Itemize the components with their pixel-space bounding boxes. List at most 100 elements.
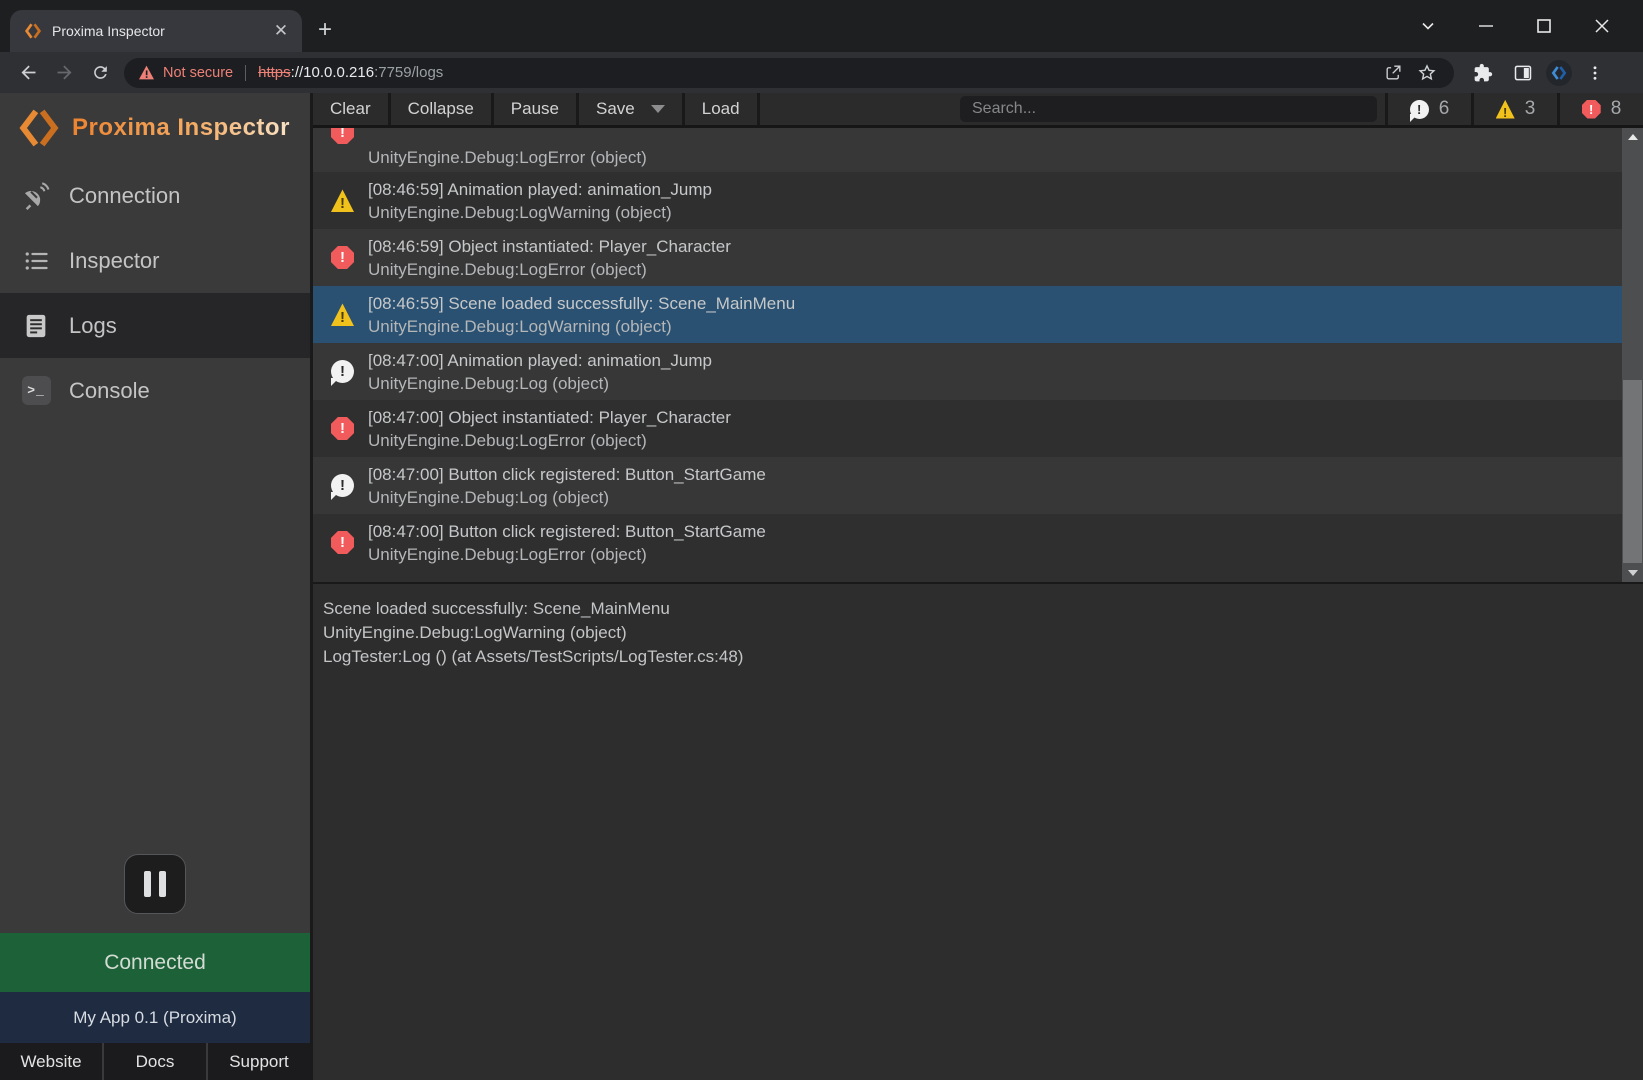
url-host: 10.0.0.216 xyxy=(303,64,374,81)
log-stack: UnityEngine.Debug:Log (object) xyxy=(368,372,712,395)
log-stack: UnityEngine.Debug:LogError (object) xyxy=(368,543,766,566)
log-row[interactable]: [08:47:00] Object instantiated: Player_C… xyxy=(313,400,1622,457)
log-message: [08:47:00] Button click registered: Butt… xyxy=(368,520,766,543)
error-icon xyxy=(1582,100,1601,119)
reload-button[interactable] xyxy=(82,55,118,91)
tab-search-chevron-icon[interactable] xyxy=(1399,0,1457,52)
log-row[interactable]: [08:46:59] Animation played: animation_J… xyxy=(313,172,1622,229)
log-stack: UnityEngine.Debug:LogError (object) xyxy=(368,258,731,281)
support-link[interactable]: Support xyxy=(206,1043,310,1080)
log-level-icon xyxy=(331,531,354,554)
browser-tab[interactable]: Proxima Inspector ✕ xyxy=(10,10,302,52)
document-lines-icon xyxy=(20,312,52,340)
window-maximize-button[interactable] xyxy=(1515,0,1573,52)
url-separator xyxy=(245,65,246,81)
window-close-button[interactable] xyxy=(1573,0,1631,52)
url-text[interactable]: https://10.0.0.216:7759/logs xyxy=(258,64,443,81)
error-count: 8 xyxy=(1611,98,1622,120)
log-message: [08:46:59] Object instantiated: Player_C… xyxy=(368,235,731,258)
sidebar-item-label: Console xyxy=(69,378,150,404)
address-bar[interactable]: Not secure https://10.0.0.216:7759/logs xyxy=(124,58,1454,88)
log-row[interactable]: [08:47:00] Button click registered: Butt… xyxy=(313,514,1622,571)
sidebar-item-logs[interactable]: Logs xyxy=(0,293,310,358)
browser-titlebar: Proxima Inspector ✕ + xyxy=(0,0,1643,52)
extensions-puzzle-icon[interactable] xyxy=(1466,56,1500,90)
app-title: Proxima Inspector xyxy=(72,114,290,142)
docs-link[interactable]: Docs xyxy=(102,1043,206,1080)
detail-line: UnityEngine.Debug:LogWarning (object) xyxy=(323,621,1633,645)
log-row-selected[interactable]: [08:46:59] Scene loaded successfully: Sc… xyxy=(313,286,1622,343)
log-list-scrollbar[interactable] xyxy=(1622,128,1643,582)
connection-status-badge: Connected xyxy=(0,933,310,992)
log-stack: UnityEngine.Debug:LogError (object) xyxy=(368,429,731,452)
log-stack: UnityEngine.Debug:LogWarning (object) xyxy=(368,315,795,338)
log-message: [08:46:59] Scene loaded successfully: Sc… xyxy=(368,292,795,315)
log-stack: UnityEngine.Debug:Log (object) xyxy=(368,486,766,509)
save-button[interactable]: Save xyxy=(579,93,685,125)
log-message: [08:47:00] Animation played: animation_J… xyxy=(368,349,712,372)
log-level-icon xyxy=(331,128,354,144)
browser-toolbar: Not secure https://10.0.0.216:7759/logs xyxy=(0,52,1643,93)
tab-close-icon[interactable]: ✕ xyxy=(270,20,292,42)
profile-avatar[interactable] xyxy=(1546,60,1572,86)
proxima-favicon xyxy=(24,22,42,40)
log-stack: UnityEngine.Debug:LogWarning (object) xyxy=(368,201,712,224)
sidebar-item-inspector[interactable]: Inspector xyxy=(0,228,310,293)
error-count-filter[interactable]: 8 xyxy=(1557,93,1643,125)
pause-stream-button[interactable] xyxy=(124,854,186,914)
url-scheme: https xyxy=(258,64,291,81)
scroll-up-arrow[interactable] xyxy=(1622,130,1643,144)
log-level-icon xyxy=(331,474,354,497)
bookmark-star-icon[interactable] xyxy=(1410,58,1444,88)
website-link[interactable]: Website xyxy=(0,1043,102,1080)
logs-toolbar: Clear Collapse Pause Save Load 6 3 8 xyxy=(313,93,1643,128)
log-row[interactable]: [08:46:59] Object instantiated: Player_C… xyxy=(313,229,1622,286)
load-button[interactable]: Load xyxy=(685,93,760,125)
info-count: 6 xyxy=(1439,98,1450,120)
pause-button[interactable]: Pause xyxy=(494,93,579,125)
log-level-icon xyxy=(331,303,354,326)
scrollbar-thumb[interactable] xyxy=(1623,380,1642,563)
back-button[interactable] xyxy=(10,55,46,91)
log-level-icon xyxy=(331,246,354,269)
new-tab-button[interactable]: + xyxy=(310,16,340,46)
share-icon[interactable] xyxy=(1376,58,1410,88)
sidebar-item-console[interactable]: >_ Console xyxy=(0,358,310,423)
sidebar-item-label: Inspector xyxy=(69,248,160,274)
sidebar-item-label: Logs xyxy=(69,313,117,339)
scroll-down-arrow[interactable] xyxy=(1622,566,1643,580)
window-minimize-button[interactable] xyxy=(1457,0,1515,52)
sidebar-item-label: Connection xyxy=(69,183,180,209)
log-level-icon xyxy=(331,360,354,383)
browser-menu-kebab-icon[interactable] xyxy=(1578,56,1612,90)
log-row[interactable]: UnityEngine.Debug:LogError (object) xyxy=(313,128,1622,172)
info-count-filter[interactable]: 6 xyxy=(1385,93,1471,125)
list-icon xyxy=(20,247,52,275)
browser-window: Proxima Inspector ✕ + xyxy=(0,0,1643,1080)
log-detail-pane: Scene loaded successfully: Scene_MainMen… xyxy=(313,584,1643,1080)
log-list: UnityEngine.Debug:LogError (object) [08:… xyxy=(313,128,1643,584)
terminal-icon: >_ xyxy=(20,376,52,405)
sidebar-item-connection[interactable]: Connection xyxy=(0,163,310,228)
save-dropdown-caret-icon[interactable] xyxy=(651,105,665,113)
log-level-icon xyxy=(331,189,354,212)
not-secure-label[interactable]: Not secure xyxy=(163,65,233,81)
side-panel-icon[interactable] xyxy=(1506,56,1540,90)
log-message: [08:47:00] Button click registered: Butt… xyxy=(368,463,766,486)
warning-count-filter[interactable]: 3 xyxy=(1471,93,1557,125)
log-level-icon xyxy=(331,417,354,440)
collapse-button[interactable]: Collapse xyxy=(391,93,494,125)
tab-title: Proxima Inspector xyxy=(52,23,270,39)
not-secure-warning-icon xyxy=(138,65,155,80)
log-row[interactable]: [08:47:00] Animation played: animation_J… xyxy=(313,343,1622,400)
log-row[interactable]: [08:47:00] Button click registered: Butt… xyxy=(313,457,1622,514)
warning-icon xyxy=(1496,100,1515,119)
search-input[interactable] xyxy=(960,96,1377,122)
url-path: :7759/logs xyxy=(374,64,443,81)
log-stack: UnityEngine.Debug:LogError (object) xyxy=(368,146,647,169)
app-logo: Proxima Inspector xyxy=(0,93,310,163)
connected-app-info: My App 0.1 (Proxima) xyxy=(0,992,310,1043)
forward-button[interactable] xyxy=(46,55,82,91)
pause-icon xyxy=(144,871,151,897)
clear-button[interactable]: Clear xyxy=(313,93,391,125)
